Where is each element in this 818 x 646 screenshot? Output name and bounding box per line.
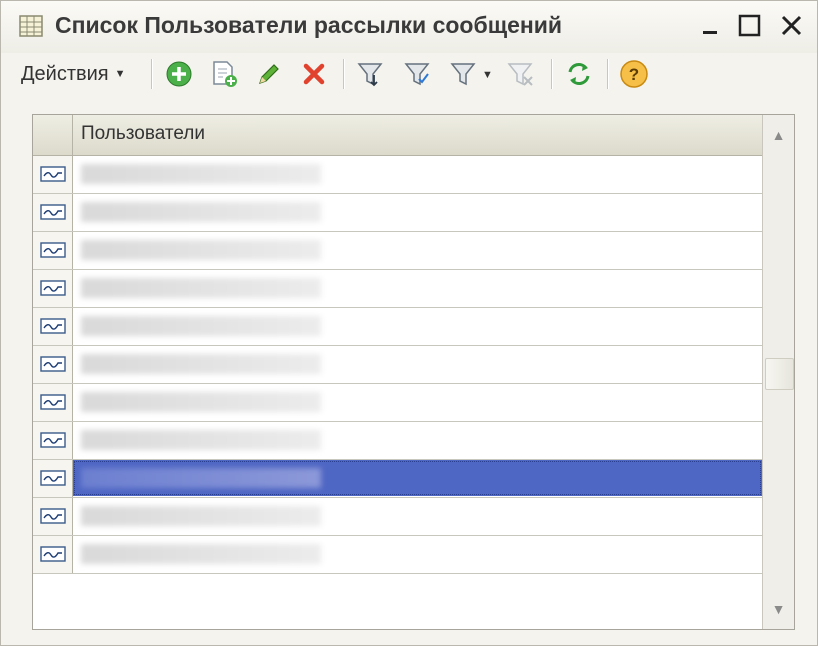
toolbar-separator	[607, 59, 609, 89]
table-row[interactable]	[33, 460, 762, 498]
table-row[interactable]	[33, 384, 762, 422]
catalog-item-icon	[40, 318, 66, 334]
svg-text:?: ?	[629, 65, 639, 84]
toolbar-separator	[343, 59, 345, 89]
table-row[interactable]	[33, 156, 762, 194]
user-name-cell[interactable]	[81, 468, 321, 488]
row-marker[interactable]	[33, 384, 73, 421]
user-name-cell[interactable]	[81, 240, 321, 260]
user-name-cell[interactable]	[81, 316, 321, 336]
catalog-item-icon	[40, 166, 66, 182]
user-name-cell[interactable]	[81, 506, 321, 526]
catalog-item-icon	[40, 432, 66, 448]
catalog-item-icon	[40, 394, 66, 410]
user-name-cell[interactable]	[81, 544, 321, 564]
row-marker[interactable]	[33, 498, 73, 535]
user-name-cell[interactable]	[81, 430, 321, 450]
minimize-button[interactable]	[697, 11, 727, 41]
actions-label: Действия	[21, 62, 109, 85]
table-row[interactable]	[33, 422, 762, 460]
row-marker[interactable]	[33, 194, 73, 231]
help-icon[interactable]: ?	[619, 59, 649, 89]
toolbar-separator	[551, 59, 553, 89]
table-row[interactable]	[33, 536, 762, 574]
users-table[interactable]: Пользователи ▲ ▼	[32, 114, 795, 630]
catalog-item-icon	[40, 242, 66, 258]
window-title: Список Пользователи рассылки сообщений	[55, 12, 563, 38]
user-name-cell[interactable]	[81, 202, 321, 222]
toolbar: Действия ▼ ▼ ?	[11, 55, 811, 93]
row-marker[interactable]	[33, 422, 73, 459]
row-marker[interactable]	[33, 460, 73, 497]
catalog-item-icon	[40, 546, 66, 562]
table-header: Пользователи	[33, 115, 762, 156]
scroll-thumb[interactable]	[765, 358, 794, 390]
table-row[interactable]	[33, 346, 762, 384]
filter-clear-icon[interactable]	[506, 59, 536, 89]
row-marker[interactable]	[33, 536, 73, 573]
user-name-cell[interactable]	[81, 354, 321, 374]
table-row[interactable]	[33, 498, 762, 536]
user-name-cell[interactable]	[81, 392, 321, 412]
maximize-button[interactable]	[735, 11, 765, 41]
catalog-item-icon	[40, 508, 66, 524]
table-body	[33, 156, 762, 574]
row-marker[interactable]	[33, 346, 73, 383]
copy-add-icon[interactable]	[209, 59, 239, 89]
catalog-item-icon	[40, 280, 66, 296]
list-window: Список Пользователи рассылки сообщений Д…	[0, 0, 818, 646]
catalog-item-icon	[40, 470, 66, 486]
filter-history-icon[interactable]	[449, 59, 479, 89]
table-row[interactable]	[33, 308, 762, 346]
header-corner	[33, 115, 73, 155]
user-name-cell[interactable]	[81, 278, 321, 298]
chevron-down-icon: ▼	[114, 68, 126, 80]
catalog-item-icon	[40, 204, 66, 220]
user-name-cell[interactable]	[81, 164, 321, 184]
table-row[interactable]	[33, 232, 762, 270]
scroll-up-button[interactable]: ▲	[765, 117, 792, 153]
close-button[interactable]	[777, 11, 807, 41]
add-icon[interactable]	[164, 59, 194, 89]
row-marker[interactable]	[33, 308, 73, 345]
title-bar[interactable]: Список Пользователи рассылки сообщений	[1, 1, 817, 53]
scroll-down-button[interactable]: ▼	[765, 591, 792, 627]
row-marker[interactable]	[33, 270, 73, 307]
row-marker[interactable]	[33, 156, 73, 193]
chevron-down-icon[interactable]: ▼	[482, 69, 493, 81]
edit-pencil-icon[interactable]	[254, 59, 284, 89]
refresh-icon[interactable]	[564, 59, 594, 89]
actions-menu-button[interactable]: Действия ▼	[21, 59, 126, 89]
catalog-item-icon	[40, 356, 66, 372]
vertical-scrollbar[interactable]: ▲ ▼	[762, 115, 794, 629]
filter-set-icon[interactable]	[356, 59, 386, 89]
row-marker[interactable]	[33, 232, 73, 269]
column-header-users[interactable]: Пользователи	[81, 123, 205, 145]
delete-x-icon[interactable]	[299, 59, 329, 89]
table-row[interactable]	[33, 194, 762, 232]
filter-by-value-icon[interactable]	[403, 59, 433, 89]
table-row[interactable]	[33, 270, 762, 308]
toolbar-separator	[151, 59, 153, 89]
table-list-icon	[19, 15, 43, 37]
